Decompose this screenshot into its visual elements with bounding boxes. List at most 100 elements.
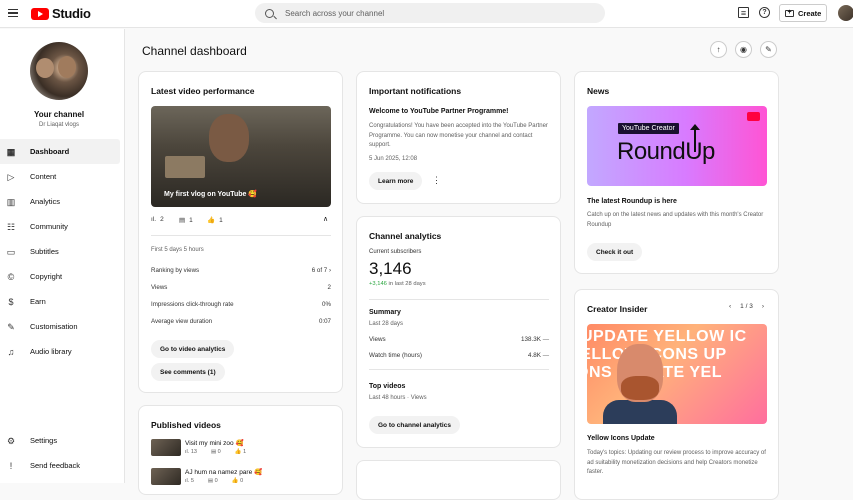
row-value: 138.3K [521,336,549,343]
likes-count: 1 [243,449,247,455]
metric-label: Impressions click-through rate [151,301,234,308]
ranking-value: 6 of 7 [311,267,328,274]
metric-label: Views [151,284,168,291]
sidebar-item-send-feedback[interactable]: ! Send feedback [0,453,120,478]
views-count: 2 [160,216,164,223]
sidebar-item-dashboard[interactable]: ▦ Dashboard [0,139,120,164]
chevron-up-icon[interactable]: ∧ [323,215,328,223]
go-to-channel-analytics-button[interactable]: Go to channel analytics [369,416,460,434]
search-input[interactable] [285,8,585,18]
check-it-out-button[interactable]: Check it out [587,243,643,261]
more-options-icon[interactable]: ⋮ [432,175,441,186]
notification-body: Congratulations! You have been accepted … [369,123,548,148]
learn-more-button[interactable]: Learn more [369,172,423,190]
pager-count: 1 / 3 [740,303,753,310]
create-video-icon: + [785,9,794,17]
subscribers-count: 3,146 [369,259,412,278]
metric-ranking[interactable]: Ranking by views 6 of 7 › [151,267,331,274]
sidebar-item-label: Settings [30,436,58,445]
sidebar-item-community[interactable]: ☷ Community [0,214,120,239]
metric-avd: Average view duration 0:07 [151,318,331,325]
notification-headline: Welcome to YouTube Partner Programme! [369,108,509,115]
subscribers-delta: +3,146 in last 28 days [369,281,426,287]
like-icon: 👍 [207,217,216,224]
studio-logo[interactable]: Studio [31,6,91,21]
card-title: Channel analytics [369,231,442,241]
sidebar-item-label: Subtitles [30,247,59,256]
thumbnail-object [165,156,205,178]
create-label: Create [798,8,822,18]
card-title: Important notifications [369,86,462,96]
video-stats: ıl. 13 ▤ 0 👍 1 [185,449,246,455]
go-to-video-analytics-button[interactable]: Go to video analytics [151,340,235,358]
search-bar[interactable] [255,3,605,23]
summary-period: Last 28 days [369,321,404,327]
sidebar-item-audio-library[interactable]: ♫ Audio library [0,339,120,364]
sidebar-item-earn[interactable]: $ Earn [0,289,120,314]
delta-value: +3,146 [369,281,387,287]
image-text-line: ICONS UPDATE YEL [587,364,722,381]
image-text-line: UPDATE YELLOW IC [587,328,747,345]
account-avatar[interactable] [838,5,853,21]
search-icon[interactable] [265,8,274,18]
chevron-left-icon[interactable]: ‹ [729,303,731,310]
pager: ‹ 1 / 3 › [729,303,764,310]
chevron-right-icon[interactable]: › [762,303,764,310]
see-comments-button[interactable]: See comments (1) [151,363,225,381]
likes-stat: 👍 1 [207,216,223,225]
row-value: 4.8K [528,352,549,359]
divider [369,369,549,370]
summary-row-views[interactable]: Views 138.3K [369,336,549,343]
divider [151,235,331,236]
go-live-icon[interactable]: ◉ [735,41,752,58]
video-thumbnail[interactable]: My first vlog on YouTube 🥰 [151,106,331,207]
channel-avatar[interactable] [30,42,88,100]
earn-icon: $ [8,296,14,307]
youtube-play-icon [747,112,760,121]
upload-icon[interactable]: ↑ [710,41,727,58]
sidebar-item-label: Audio library [30,347,72,356]
sidebar-item-label: Customisation [30,322,78,331]
audio-library-icon: ♫ [7,346,15,357]
create-post-icon[interactable]: ✎ [760,41,777,58]
like-icon: 👍 [231,478,241,484]
sidebar-item-customisation[interactable]: ✎ Customisation [0,314,120,339]
news-image[interactable]: YouTube Creator RoundUp [587,106,767,186]
comments-stat: ▤ 1 [179,216,193,225]
news-card: News YouTube Creator RoundUp The latest … [574,71,779,274]
top-videos-period: Last 48 hours · Views [369,395,427,401]
feedback-icon[interactable]: ≡ [738,7,749,18]
card-title: Published videos [151,420,221,430]
metric-value: 2 [327,284,331,291]
comments-count: 1 [189,216,193,224]
channel-title: Your channel [33,110,85,119]
insider-headline: Yellow Icons Update [587,435,655,442]
sidebar-item-settings[interactable]: ⚙ Settings [0,428,120,453]
menu-icon[interactable] [8,9,18,17]
main-area: Channel dashboard ↑ ◉ ✎ Latest video per… [126,29,853,500]
insider-image[interactable]: UPDATE YELLOW IC YELLOW ICONS UP ICONS U… [587,324,767,424]
sidebar-item-content[interactable]: ▷ Content [0,164,120,189]
views-stat: ıl. 13 [185,449,197,455]
help-icon[interactable]: ? [759,7,770,18]
list-item[interactable]: Visit my mini zoo 🥰 ıl. 13 ▤ 0 👍 1 [151,439,246,456]
create-button[interactable]: + Create [779,4,828,22]
sidebar-item-copyright[interactable]: © Copyright [0,264,120,289]
list-item[interactable]: AJ hum na namez pare 🥰 ıl. 5 ▤ 0 👍 0 [151,468,262,485]
summary-row-watch-time[interactable]: Watch time (hours) 4.8K [369,352,549,359]
sidebar-item-label: Dashboard [30,147,70,156]
comments-icon: ▤ [210,449,218,455]
comments-stat: ▤ 0 [211,449,221,455]
news-image-tag: YouTube Creator [618,123,679,134]
sidebar-bottom: ⚙ Settings ! Send feedback [0,428,120,478]
news-image-title: RoundUp [617,138,715,165]
metric-value: 0:07 [318,318,331,325]
card-title: Latest video performance [151,86,255,96]
sidebar-item-label: Content [30,172,57,181]
sidebar-item-analytics[interactable]: ▥ Analytics [0,189,120,214]
creator-insider-card: Creator Insider ‹ 1 / 3 › UPDATE YELLOW … [574,289,779,500]
sidebar-item-subtitles[interactable]: ▭ Subtitles [0,239,120,264]
sidebar-item-label: Earn [30,297,46,306]
metric-value: 0% [322,301,331,308]
views-icon: ıl. [151,216,157,223]
